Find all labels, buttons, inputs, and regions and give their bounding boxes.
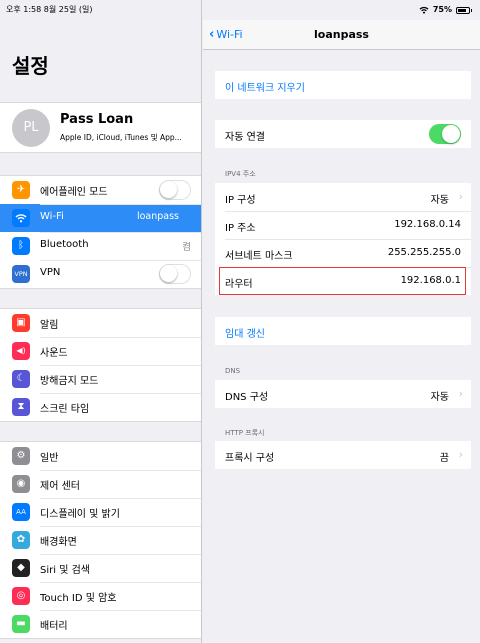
battery-percent: 75% [432, 5, 452, 14]
sidebar-item-battery[interactable]: ▬ 배터리 [0, 610, 201, 638]
sidebar-item-label: 배경화면 [40, 537, 77, 548]
profile-subtitle: Apple ID, iCloud, iTunes 및 App... [60, 133, 182, 142]
fingerprint-icon: ◎ [12, 587, 30, 605]
chevron-right-icon: › [458, 448, 463, 461]
sidebar-item-display[interactable]: AA 디스플레이 및 밝기 [0, 498, 201, 526]
sidebar-item-label: 에어플레인 모드 [40, 187, 108, 198]
forget-network-button[interactable]: 이 네트워크 지우기 [215, 71, 471, 99]
status-time: 오후 1:58 8월 25일 (일) [6, 5, 93, 14]
wifi-detail-panel: ‹ Wi-Fi loanpass 이 네트워크 지우기 자동 연결 IPV4 주소… [203, 0, 480, 643]
avatar: PL [12, 109, 50, 147]
sidebar-item-wifi[interactable]: Wi-Fi loanpass [0, 204, 201, 232]
moon-icon: ☾ [12, 370, 30, 388]
airplane-icon: ✈ [12, 181, 30, 199]
forget-group: 이 네트워크 지우기 [215, 71, 471, 99]
display-icon: AA [12, 503, 30, 521]
siri-icon: ◆ [12, 559, 30, 577]
subnet-mask-row: 서브네트 마스크 255.255.255.0 [215, 239, 471, 267]
sidebar-item-label: 디스플레이 및 밝기 [40, 509, 120, 520]
sidebar-item-label: VPN [40, 267, 61, 278]
renew-group: 임대 갱신 [215, 317, 471, 345]
nav-title: loanpass [314, 28, 369, 41]
wallpaper-icon: ✿ [12, 531, 30, 549]
sidebar-item-notifications[interactable]: ▣ 알림 [0, 309, 201, 337]
proxy-header: HTTP 프록시 [225, 429, 265, 437]
sidebar-item-control-center[interactable]: ◉ 제어 센터 [0, 470, 201, 498]
general-group: ⚙ 일반 ◉ 제어 센터 AA 디스플레이 및 밝기 ✿ 배경화면 ◆ Siri… [0, 441, 201, 639]
sidebar-item-label: Siri 및 검색 [40, 565, 90, 576]
sidebar-item-label: 제어 센터 [40, 481, 80, 492]
control-center-icon: ◉ [12, 475, 30, 493]
bluetooth-value: 켬 [182, 242, 191, 253]
dns-config-row[interactable]: DNS 구성 자동 › [215, 380, 471, 408]
router-highlight [219, 267, 466, 295]
auto-join-group: 자동 연결 [215, 120, 471, 148]
sidebar-item-do-not-disturb[interactable]: ☾ 방해금지 모드 [0, 365, 201, 393]
sidebar-item-label: 일반 [40, 453, 59, 464]
chevron-right-icon: › [458, 387, 463, 400]
connectivity-group: ✈ 에어플레인 모드 Wi-Fi loanpass ᛒ Bluetooth 켬 [0, 175, 201, 289]
dns-header: DNS [225, 367, 241, 375]
proxy-config-row[interactable]: 프록시 구성 끔 › [215, 441, 471, 469]
profile-row[interactable]: PL Pass Loan Apple ID, iCloud, iTunes 및 … [0, 102, 201, 153]
sidebar-item-label: Wi-Fi [40, 211, 64, 222]
sidebar-item-airplane[interactable]: ✈ 에어플레인 모드 [0, 176, 201, 204]
sound-icon: ◀) [12, 342, 30, 360]
battery-icon: ▬ [12, 615, 30, 633]
proxy-group: 프록시 구성 끔 › [215, 441, 471, 469]
ip-address-row: IP 주소 192.168.0.14 [215, 211, 471, 239]
wifi-icon [12, 209, 30, 227]
auto-join-row: 자동 연결 [215, 120, 471, 148]
profile-name: Pass Loan [60, 112, 134, 127]
auto-join-toggle[interactable] [429, 124, 461, 144]
vpn-icon: VPN [12, 265, 30, 283]
notifications-group: ▣ 알림 ◀) 사운드 ☾ 방해금지 모드 ⧗ 스크린 타임 [0, 308, 201, 422]
sidebar-item-screen-time[interactable]: ⧗ 스크린 타임 [0, 393, 201, 421]
battery-icon [456, 6, 472, 14]
sidebar-item-label: 사운드 [40, 348, 68, 359]
vpn-toggle[interactable] [159, 264, 191, 284]
renew-lease-button[interactable]: 임대 갱신 [215, 317, 471, 345]
sidebar-item-label: Touch ID 및 암호 [40, 593, 117, 604]
page-title: 설정 [12, 54, 49, 78]
sidebar-item-siri[interactable]: ◆ Siri 및 검색 [0, 554, 201, 582]
hourglass-icon: ⧗ [12, 398, 30, 416]
sidebar-item-label: Bluetooth [40, 239, 89, 250]
sidebar-item-sounds[interactable]: ◀) 사운드 [0, 337, 201, 365]
chevron-right-icon: › [458, 190, 463, 203]
dns-group: DNS 구성 자동 › [215, 380, 471, 408]
notifications-icon: ▣ [12, 314, 30, 332]
airplane-toggle[interactable] [159, 180, 191, 200]
wifi-signal-icon [419, 6, 429, 14]
settings-sidebar: 설정 PL Pass Loan Apple ID, iCloud, iTunes… [0, 0, 202, 643]
sidebar-item-label: 배터리 [40, 621, 68, 632]
sidebar-item-general[interactable]: ⚙ 일반 [0, 442, 201, 470]
sidebar-item-label: 스크린 타임 [40, 404, 90, 415]
nav-bar: ‹ Wi-Fi loanpass [203, 20, 480, 50]
sidebar-item-bluetooth[interactable]: ᛒ Bluetooth 켬 [0, 232, 201, 260]
status-bar: 오후 1:58 8월 25일 (일) 75% [0, 0, 480, 20]
sidebar-item-label: 알림 [40, 320, 59, 331]
sidebar-item-touch-id[interactable]: ◎ Touch ID 및 암호 [0, 582, 201, 610]
sidebar-item-label: 방해금지 모드 [40, 376, 99, 387]
bluetooth-icon: ᛒ [12, 237, 30, 255]
sidebar-item-vpn[interactable]: VPN VPN [0, 260, 201, 288]
ip-config-row[interactable]: IP 구성 자동 › [215, 183, 471, 211]
ipv4-header: IPV4 주소 [225, 170, 256, 178]
wifi-network-value: loanpass [136, 211, 179, 222]
sidebar-item-wallpaper[interactable]: ✿ 배경화면 [0, 526, 201, 554]
gear-icon: ⚙ [12, 447, 30, 465]
